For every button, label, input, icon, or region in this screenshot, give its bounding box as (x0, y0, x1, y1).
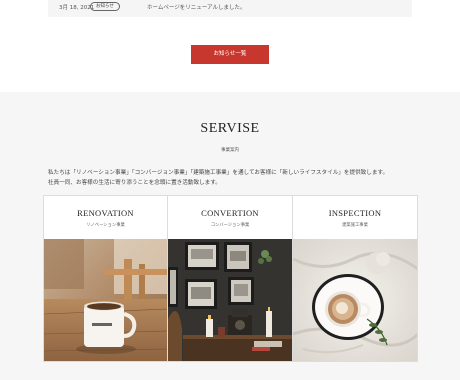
vintage-room-photo (168, 239, 292, 361)
news-list-button[interactable]: お知らせ一覧 (191, 45, 269, 64)
card-title: INSPECTION (328, 207, 382, 218)
latte-cup-photo (293, 239, 417, 361)
service-card-convertion[interactable]: CONVERTION コンバージョン事業 (168, 195, 293, 362)
news-category-badge[interactable]: お知らせ (90, 2, 120, 11)
service-subheading: 事業案内 (221, 148, 239, 153)
service-card-inspection[interactable]: INSPECTION 建築施工事業 (293, 195, 418, 362)
card-header: INSPECTION 建築施工事業 (293, 196, 417, 239)
card-header: RENOVATION リノベーション事業 (44, 196, 167, 239)
service-description-line: 社員一同、お客様の生活に寄り添うことを念頭に置き活動致します。 (48, 180, 221, 186)
service-card-renovation[interactable]: RENOVATION リノベーション事業 (43, 195, 168, 362)
card-subtitle: コンバージョン事業 (210, 222, 250, 228)
service-heading: SERVISE (200, 121, 260, 136)
card-title: CONVERTION (201, 207, 259, 218)
card-title: RENOVATION (77, 207, 134, 218)
service-description: 私たちは「リノベーション事業」「コンバージョン事業」「建築施工事業」を通してお客… (48, 168, 418, 188)
news-date: 3月 18, 2021 (59, 5, 95, 11)
service-description-line: 私たちは「リノベーション事業」「コンバージョン事業」「建築施工事業」を通してお客… (48, 170, 389, 176)
card-subtitle: リノベーション事業 (86, 222, 125, 228)
coffee-cup-photo (44, 239, 167, 361)
service-cards: RENOVATION リノベーション事業 CONVERTION コンバージョン事… (43, 195, 418, 362)
news-title-link[interactable]: ホームページをリニューアルしました。 (147, 3, 245, 11)
card-header: CONVERTION コンバージョン事業 (168, 196, 292, 239)
card-subtitle: 建築施工事業 (342, 222, 368, 228)
news-item: 3月 18, 2021 お知らせ ホームページをリニューアルしました。 (48, 0, 412, 17)
